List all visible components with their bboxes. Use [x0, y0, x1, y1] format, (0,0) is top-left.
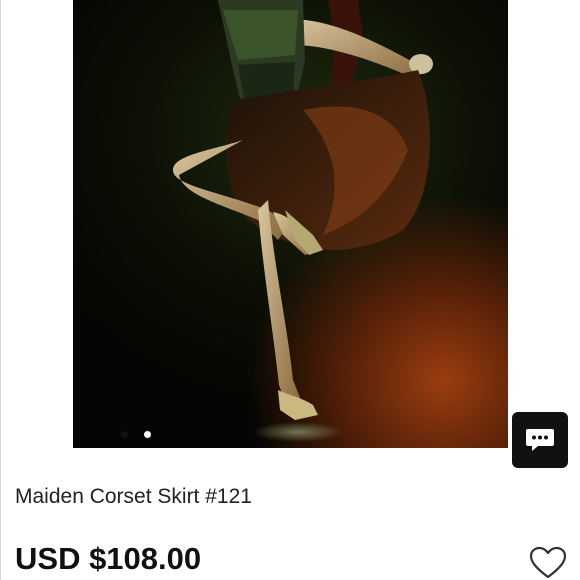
product-photo	[173, 0, 433, 442]
heart-outline-icon	[529, 546, 567, 579]
product-title: Maiden Corset Skirt #121	[15, 485, 252, 508]
product-price: USD $108.00	[15, 541, 202, 576]
carousel-dot-active[interactable]	[121, 431, 128, 438]
carousel-dots	[117, 431, 157, 441]
product-page: Maiden Corset Skirt #121 USD $108.00	[0, 0, 580, 580]
product-image-carousel[interactable]	[73, 0, 508, 448]
left-border	[0, 0, 1, 580]
chat-bubble-ellipsis-icon	[526, 429, 554, 451]
carousel-dot[interactable]	[144, 431, 151, 438]
chat-button[interactable]	[512, 412, 568, 468]
like-button[interactable]	[528, 545, 568, 580]
